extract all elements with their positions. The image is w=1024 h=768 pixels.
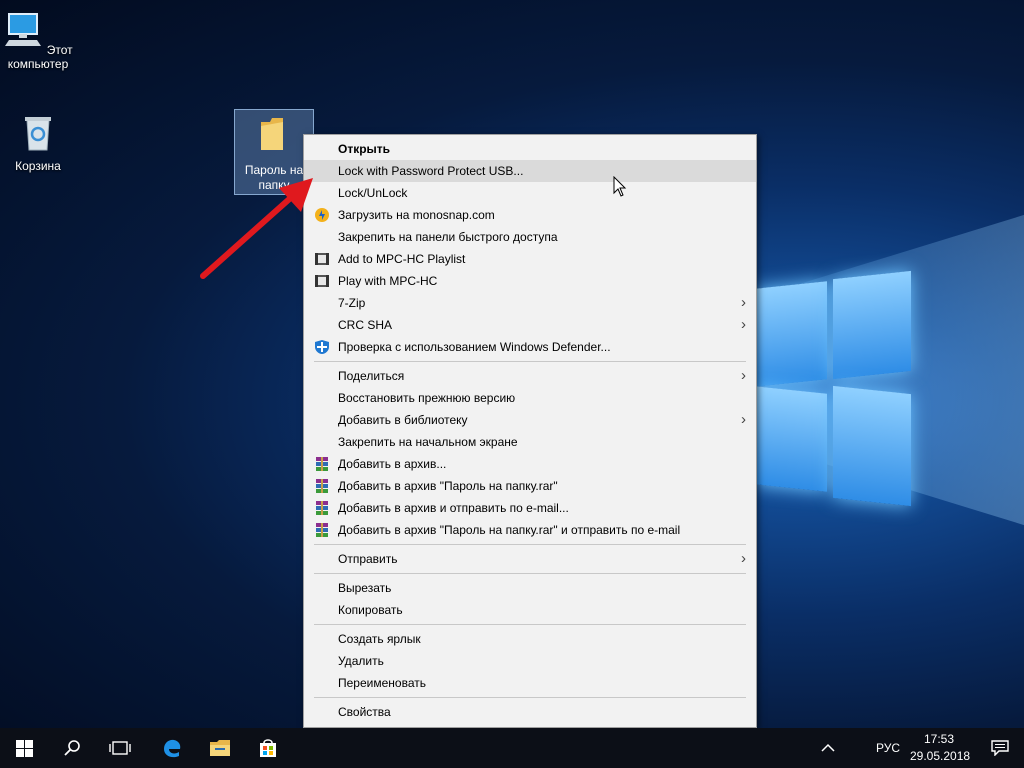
menu-item-label: Play with MPC-HC: [338, 274, 438, 288]
winrar-icon: [314, 500, 330, 516]
store-button[interactable]: [244, 728, 292, 768]
task-view-button[interactable]: [96, 728, 144, 768]
chevron-up-icon: [821, 743, 835, 752]
taskbar: РУС 17:53 29.05.2018: [0, 728, 1024, 768]
context-menu-item[interactable]: Lock/UnLock: [304, 182, 756, 204]
context-menu-item[interactable]: Проверка с использованием Windows Defend…: [304, 336, 756, 358]
winrar-icon: [314, 478, 330, 494]
menu-separator: [314, 697, 746, 698]
chevron-right-icon: ›: [741, 294, 746, 311]
context-menu-item[interactable]: Создать ярлык: [304, 628, 756, 650]
context-menu-item[interactable]: Восстановить прежнюю версию: [304, 387, 756, 409]
menu-item-label: Загрузить на monosnap.com: [338, 208, 495, 222]
context-menu-item[interactable]: Добавить в архив...: [304, 453, 756, 475]
menu-item-label: Восстановить прежнюю версию: [338, 391, 516, 405]
context-menu-item[interactable]: Переименовать: [304, 672, 756, 694]
menu-item-label: Создать ярлык: [338, 632, 421, 646]
menu-separator: [314, 573, 746, 574]
winrar-icon: [314, 522, 330, 538]
mouse-pointer-icon: [613, 176, 627, 197]
desktop-icon-label: Корзина: [15, 159, 61, 173]
context-menu-item[interactable]: Добавить в архив "Пароль на папку.rar": [304, 475, 756, 497]
context-menu-item[interactable]: Загрузить на monosnap.com: [304, 204, 756, 226]
language-indicator[interactable]: РУС: [876, 741, 900, 755]
chevron-right-icon: ›: [741, 550, 746, 567]
start-button[interactable]: [0, 728, 48, 768]
menu-item-label: Вырезать: [338, 581, 392, 595]
menu-item-label: Закрепить на панели быстрого доступа: [338, 230, 558, 244]
menu-item-label: Add to MPC-HC Playlist: [338, 252, 466, 266]
action-center-button[interactable]: [976, 728, 1024, 768]
menu-item-label: CRC SHA: [338, 318, 393, 332]
menu-item-label: Поделиться: [338, 369, 405, 383]
desktop-icon-recycle-bin[interactable]: Корзина: [0, 112, 76, 173]
context-menu-item[interactable]: Закрепить на начальном экране: [304, 431, 756, 453]
context-menu-item[interactable]: Свойства: [304, 701, 756, 723]
context-menu-item[interactable]: Добавить в архив и отправить по e-mail..…: [304, 497, 756, 519]
menu-item-label: Удалить: [338, 654, 384, 668]
context-menu-item[interactable]: Вырезать: [304, 577, 756, 599]
context-menu: Открыть Lock with Password Protect USB...…: [303, 134, 757, 728]
chevron-right-icon: ›: [741, 411, 746, 428]
menu-item-label: Закрепить на начальном экране: [338, 435, 518, 449]
menu-item-label: Копировать: [338, 603, 403, 617]
context-menu-item[interactable]: Отправить ›: [304, 548, 756, 570]
store-icon: [260, 739, 276, 757]
context-menu-item[interactable]: Закрепить на панели быстрого доступа: [304, 226, 756, 248]
start-icon: [15, 739, 33, 757]
context-menu-item[interactable]: Поделиться ›: [304, 365, 756, 387]
menu-item-label: Добавить в архив...: [338, 457, 447, 471]
menu-item-label: Добавить в архив и отправить по e-mail..…: [338, 501, 569, 515]
recycle-bin-icon: [25, 117, 51, 151]
context-menu-item[interactable]: Добавить в архив "Пароль на папку.rar" и…: [304, 519, 756, 541]
wallpaper-windows-logo: [755, 255, 915, 525]
search-button[interactable]: [48, 728, 96, 768]
context-menu-item[interactable]: Удалить: [304, 650, 756, 672]
desktop-icon-this-pc[interactable]: Этот компьютер: [0, 10, 76, 71]
clock-date[interactable]: 29.05.2018: [910, 749, 970, 763]
windows-defender-icon: [314, 339, 330, 355]
context-menu-item[interactable]: Добавить в библиотеку ›: [304, 409, 756, 431]
show-hidden-icons-button[interactable]: [808, 728, 848, 768]
menu-separator: [314, 361, 746, 362]
menu-item-label: Добавить в архив "Пароль на папку.rar" и…: [338, 523, 681, 537]
menu-separator: [314, 544, 746, 545]
context-menu-item[interactable]: CRC SHA ›: [304, 314, 756, 336]
context-menu-item[interactable]: Play with MPC-HC: [304, 270, 756, 292]
edge-icon: [164, 739, 181, 758]
menu-item-label: Lock with Password Protect USB...: [338, 164, 524, 178]
file-explorer-icon: [210, 740, 230, 756]
folder-icon: [261, 118, 283, 150]
file-explorer-button[interactable]: [196, 728, 244, 768]
clock-time[interactable]: 17:53: [924, 732, 954, 746]
annotation-arrow: [200, 178, 313, 279]
menu-item-label: Проверка с использованием Windows Defend…: [338, 340, 611, 354]
context-menu-item[interactable]: 7-Zip ›: [304, 292, 756, 314]
winrar-icon: [314, 456, 330, 472]
context-menu-item[interactable]: Lock with Password Protect USB...: [304, 160, 756, 182]
context-menu-item[interactable]: Копировать: [304, 599, 756, 621]
menu-item-label: Переименовать: [338, 676, 426, 690]
menu-item-label: Добавить в архив "Пароль на папку.rar": [338, 479, 558, 493]
chevron-right-icon: ›: [741, 316, 746, 333]
menu-item-label: Открыть: [338, 142, 391, 156]
search-icon: [64, 740, 80, 756]
menu-item-label: 7-Zip: [338, 296, 366, 310]
edge-button[interactable]: [148, 728, 196, 768]
menu-separator: [314, 624, 746, 625]
computer-icon: [5, 13, 42, 46]
menu-item-label: Добавить в библиотеку: [338, 413, 468, 427]
context-menu-item[interactable]: Открыть: [304, 138, 756, 160]
menu-item-label: Отправить: [338, 552, 398, 566]
menu-item-label: Lock/UnLock: [338, 186, 408, 200]
notification-icon: [991, 740, 1009, 756]
task-view-icon: [109, 741, 131, 755]
menu-item-label: Свойства: [338, 705, 391, 719]
chevron-right-icon: ›: [741, 367, 746, 384]
context-menu-item[interactable]: Add to MPC-HC Playlist: [304, 248, 756, 270]
